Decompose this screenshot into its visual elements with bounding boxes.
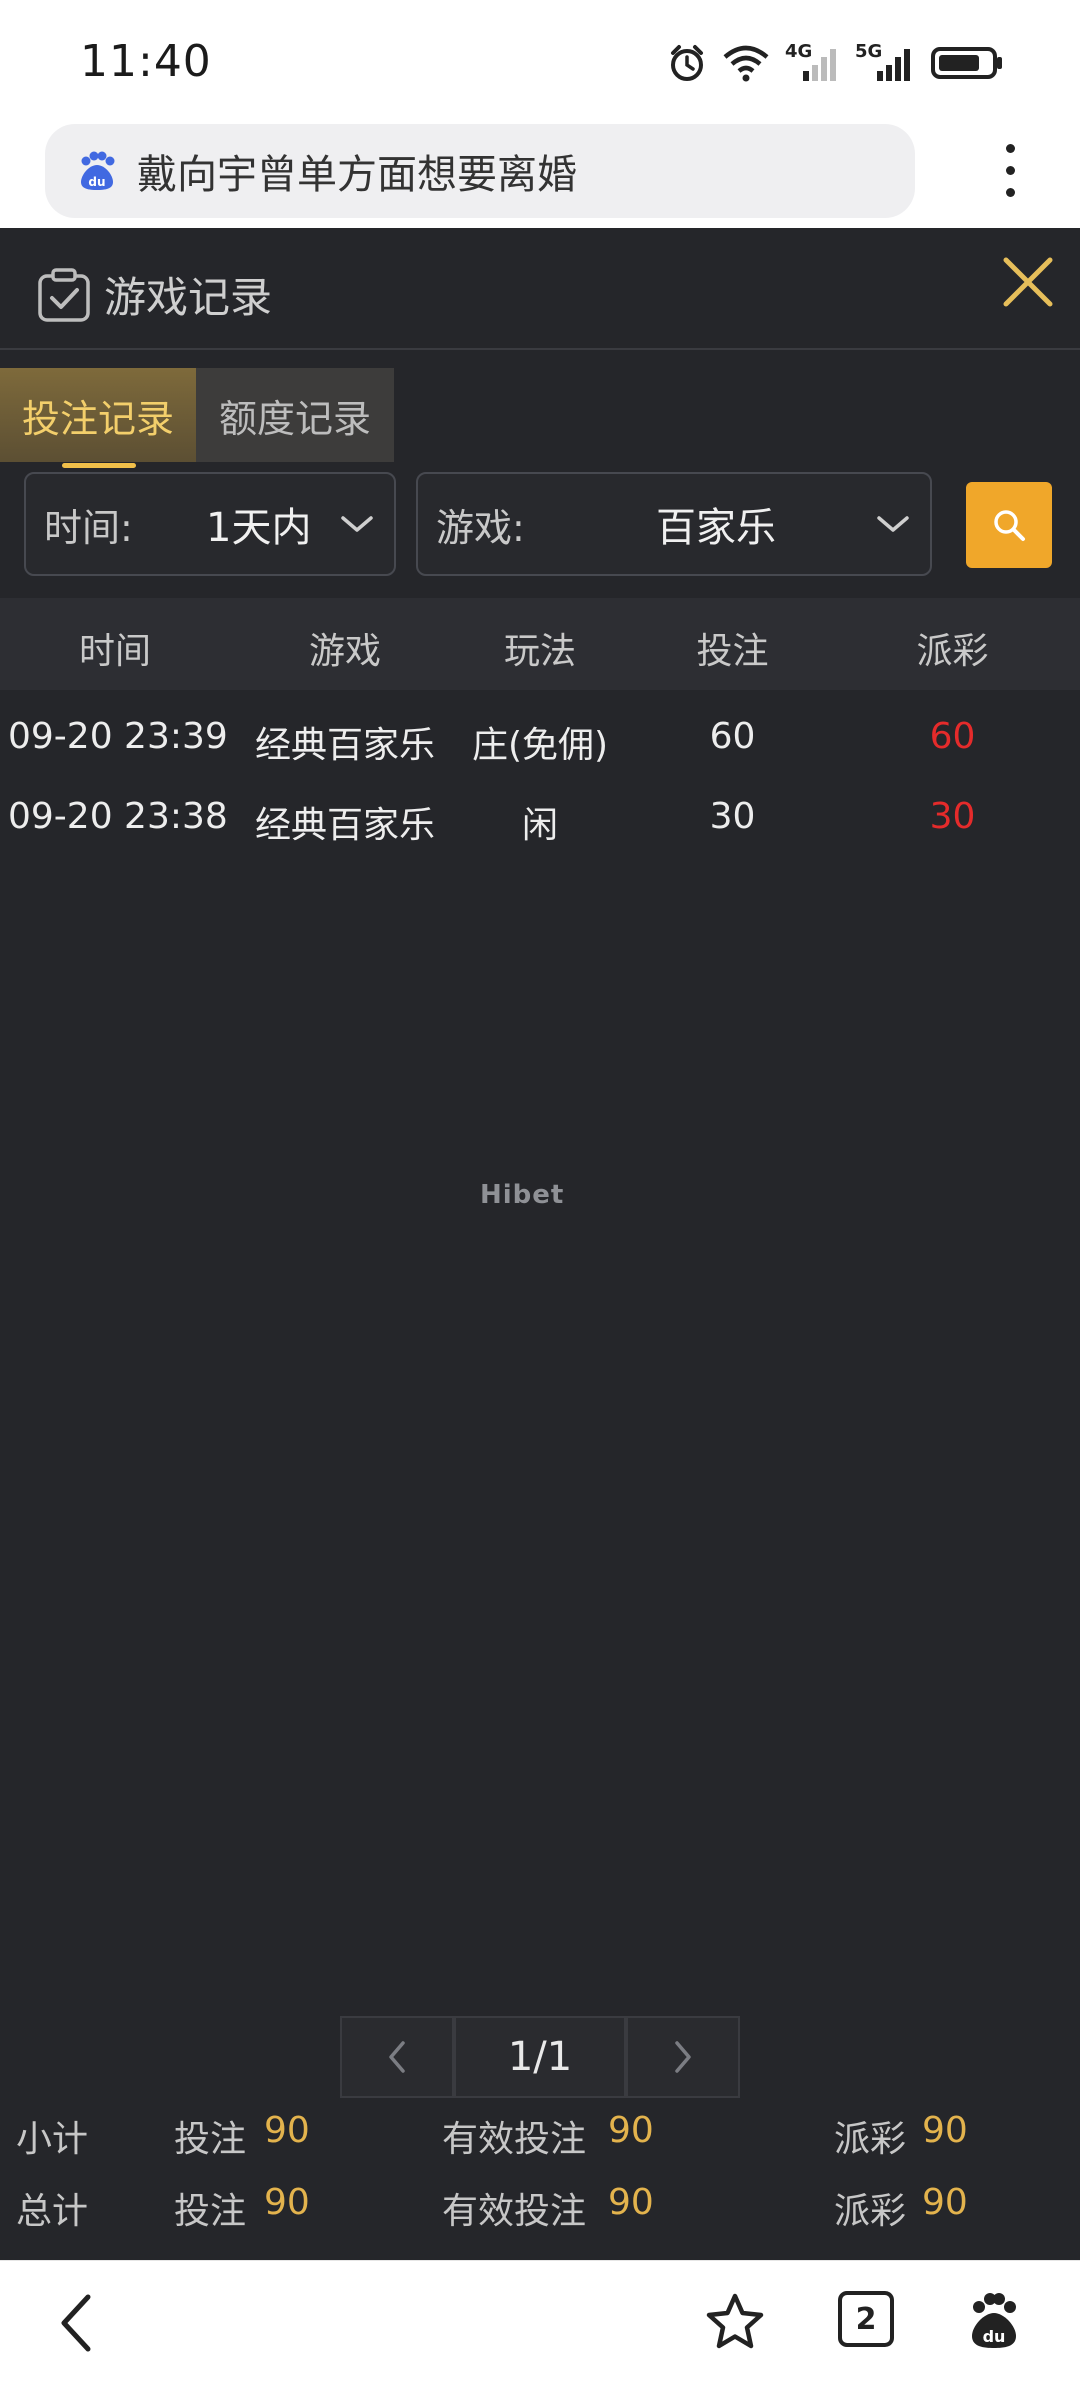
column-header-play: 玩法 [503, 631, 576, 672]
game-filter-dropdown[interactable]: 游戏: 百家乐 [416, 472, 932, 576]
total-valid-label: 有效投注 [442, 2191, 587, 2232]
total-payout-label: 派彩 [834, 2191, 907, 2232]
column-header-time: 时间 [78, 631, 151, 672]
tabs-button[interactable]: 2 [838, 2291, 894, 2347]
back-icon[interactable] [56, 2291, 96, 2355]
cell-bet: 60 [709, 716, 756, 757]
record-checklist-icon [38, 268, 90, 322]
cell-time: 09-20 23:38 [8, 796, 228, 837]
cell-time: 09-20 23:39 [8, 716, 228, 757]
column-header-game: 游戏 [308, 631, 381, 672]
table-row[interactable]: 09-20 23:38 经典百家乐 闲 30 30 [0, 778, 1080, 858]
subtotal-payout-label: 派彩 [834, 2119, 907, 2160]
next-page-button[interactable] [626, 2016, 740, 2098]
status-bar: 11:40 4G 5G [0, 0, 1080, 120]
time-filter-dropdown[interactable]: 时间: 1天内 [24, 472, 396, 576]
time-filter-label: 时间: [44, 505, 133, 550]
cell-bet: 30 [709, 796, 756, 837]
browser-address-bar: du 戴向宇曾单方面想要离婚 [0, 120, 1080, 228]
cell-play: 闲 [521, 805, 558, 846]
signal-4g-icon: 4G [785, 41, 841, 83]
tab-bet-records[interactable]: 投注记录 [0, 368, 196, 468]
bookmark-star-icon[interactable] [704, 2291, 766, 2353]
game-filter-label: 游戏: [436, 505, 525, 550]
tab-credit-records[interactable]: 额度记录 [196, 368, 394, 462]
panel-title: 游戏记录 [104, 273, 273, 322]
panel-header: 游戏记录 [0, 228, 1080, 350]
signal-5g-icon: 5G [855, 41, 917, 83]
status-icons: 4G 5G [667, 40, 1005, 86]
column-header-bet: 投注 [696, 631, 769, 672]
url-text: 戴向宇曾单方面想要离婚 [137, 152, 577, 198]
svg-text:du: du [983, 2327, 1006, 2346]
chevron-down-icon [341, 516, 373, 532]
tab-count: 2 [855, 2301, 877, 2337]
cell-game: 经典百家乐 [254, 725, 435, 766]
screen: 11:40 4G 5G du 戴向宇曾单方面想要离婚 游戏记录 投注记录 额度记… [0, 0, 1080, 2388]
alarm-icon [671, 45, 703, 81]
status-time: 11:40 [80, 36, 212, 87]
cell-payout: 60 [929, 716, 976, 757]
subtotal-bet-value: 90 [264, 2110, 310, 2151]
record-tabs: 投注记录 额度记录 [0, 368, 394, 468]
record-list: 09-20 23:39 经典百家乐 庄(免佣) 60 60 09-20 23:3… [0, 698, 1080, 858]
cell-payout: 30 [929, 796, 976, 837]
cell-game: 经典百家乐 [254, 805, 435, 846]
wifi-icon [723, 45, 769, 82]
browser-bottom-nav: 2 du [0, 2260, 1080, 2388]
total-label: 总计 [16, 2191, 89, 2232]
search-icon [994, 510, 1025, 541]
subtotal-valid-value: 90 [608, 2110, 654, 2151]
subtotal-row: 小计 投注 90 有效投注 90 派彩 90 [0, 2102, 1080, 2164]
subtotal-payout-value: 90 [922, 2110, 968, 2151]
game-record-panel: 游戏记录 投注记录 额度记录 时间: 1天内 游戏: 百家乐 时间 游戏 玩法 … [0, 228, 1080, 2260]
subtotal-bet-label: 投注 [174, 2119, 247, 2160]
baidu-home-icon[interactable]: du [966, 2291, 1022, 2351]
url-field[interactable]: du 戴向宇曾单方面想要离婚 [45, 124, 915, 218]
table-header: 时间 游戏 玩法 投注 派彩 [0, 598, 1080, 690]
chevron-down-icon [877, 516, 909, 532]
close-icon[interactable] [1000, 254, 1056, 310]
subtotal-valid-label: 有效投注 [442, 2119, 587, 2160]
chevron-right-icon [675, 2041, 691, 2073]
cell-play: 庄(免佣) [471, 725, 609, 766]
svg-text:du: du [88, 175, 105, 189]
total-payout-value: 90 [922, 2182, 968, 2223]
search-button[interactable] [966, 482, 1052, 568]
table-row[interactable]: 09-20 23:39 经典百家乐 庄(免佣) 60 60 [0, 698, 1080, 778]
total-bet-value: 90 [264, 2182, 310, 2223]
column-header-payout: 派彩 [916, 631, 989, 672]
more-menu-icon[interactable] [1000, 144, 1020, 204]
battery-icon [931, 47, 1002, 79]
subtotal-label: 小计 [16, 2119, 89, 2160]
page-indicator: 1/1 [454, 2016, 626, 2098]
total-bet-label: 投注 [174, 2191, 247, 2232]
pagination: 1/1 [340, 2016, 740, 2098]
total-valid-value: 90 [608, 2182, 654, 2223]
baidu-logo-icon: du [81, 151, 115, 190]
time-filter-value: 1天内 [206, 505, 312, 551]
prev-page-button[interactable] [340, 2016, 454, 2098]
total-row: 总计 投注 90 有效投注 90 派彩 90 [0, 2174, 1080, 2236]
game-filter-value: 百家乐 [656, 505, 776, 551]
watermark-logo: Hibet [480, 1180, 565, 1210]
chevron-left-icon [389, 2041, 405, 2073]
